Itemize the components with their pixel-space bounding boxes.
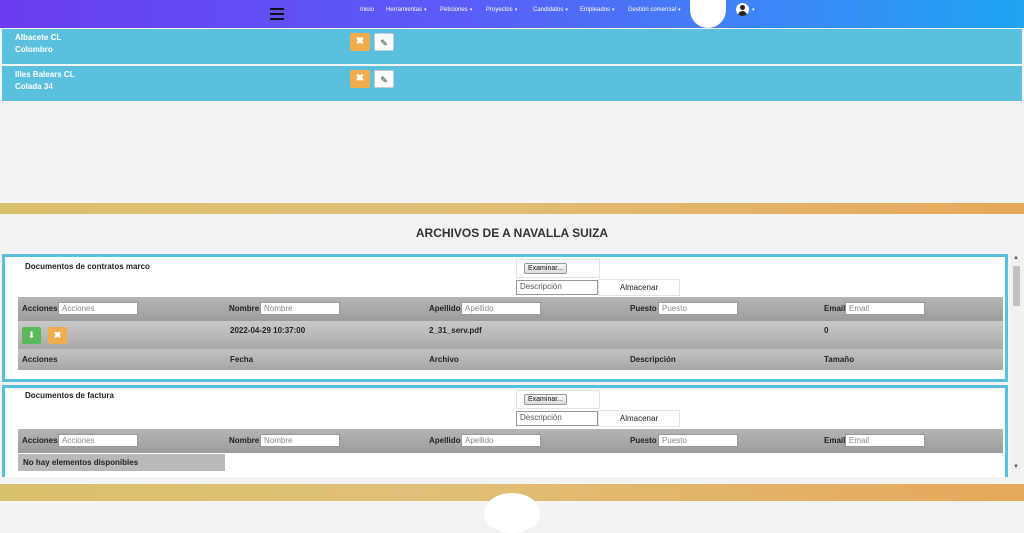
- column-header: Fecha: [230, 355, 254, 364]
- nav-inicio[interactable]: Inicio: [360, 7, 374, 13]
- nav-herramientas[interactable]: Herramientas ▾: [386, 7, 427, 13]
- nav-gestion-comercial[interactable]: Gestión comercial ▾: [628, 7, 681, 13]
- apellido-filter-input[interactable]: Apellido: [461, 302, 541, 315]
- apellido-filter-input[interactable]: Apellido: [461, 434, 541, 447]
- filter-label: Apellido: [429, 304, 461, 313]
- acciones-filter-input[interactable]: Acciones: [58, 434, 138, 447]
- footer-logo-placeholder: [484, 493, 540, 533]
- user-avatar-icon[interactable]: [736, 3, 749, 16]
- save-button[interactable]: Almacenar: [598, 279, 680, 296]
- file-picker: Examinar...: [516, 259, 600, 278]
- menu-icon[interactable]: [270, 8, 284, 20]
- nav-empleados[interactable]: Empleados ▾: [580, 7, 615, 13]
- nav-candidatos[interactable]: Candidatos ▾: [533, 7, 568, 13]
- description-input[interactable]: Descripción: [516, 411, 598, 426]
- browse-button[interactable]: Examinar...: [524, 263, 568, 274]
- delete-button[interactable]: ✖: [350, 70, 370, 88]
- panel-title: Documentos de contratos marco: [25, 262, 150, 271]
- invoices-panel: Documentos de factura Examinar... Descri…: [2, 385, 1008, 477]
- nombre-filter-input[interactable]: Nombre: [260, 302, 340, 315]
- chevron-down-icon: ▾: [424, 7, 427, 13]
- download-icon: ⬇: [27, 330, 36, 340]
- table-footer: Acciones Fecha Archivo Descripción Tamañ…: [18, 349, 1003, 370]
- download-button[interactable]: ⬇: [22, 327, 41, 344]
- column-header: Acciones: [22, 355, 58, 364]
- chevron-down-icon: ▾: [469, 7, 473, 13]
- filter-label: Email: [824, 436, 846, 445]
- filter-label: Puesto: [630, 304, 657, 313]
- description-input[interactable]: Descripción: [516, 280, 598, 295]
- filter-label: Apellido: [429, 436, 461, 445]
- section-title: ARCHIVOS DE A NAVALLA SUIZA: [415, 226, 609, 240]
- close-icon: ✖: [355, 73, 365, 84]
- save-button[interactable]: Almacenar: [598, 410, 680, 427]
- user-menu-chevron-icon[interactable]: ▾: [752, 7, 755, 13]
- delete-button[interactable]: ✖: [350, 33, 370, 51]
- filter-label: Nombre: [229, 436, 260, 445]
- chevron-down-icon: ▾: [565, 7, 568, 13]
- nav-proyectos[interactable]: Proyectos ▾: [486, 7, 517, 13]
- filter-row: Acciones Acciones Nombre Nombre Apellido…: [18, 297, 1003, 321]
- filter-label: Puesto: [630, 436, 657, 445]
- scrollbar[interactable]: ▲ ▼: [1011, 254, 1022, 474]
- nav-peticiones[interactable]: Peticiones ▾: [440, 7, 472, 13]
- row-line1: Albacete CL: [15, 33, 62, 42]
- cell-fecha: 2022-04-29 10:37:00: [230, 326, 306, 335]
- filter-label: Nombre: [229, 304, 260, 313]
- chevron-down-icon: ▾: [612, 7, 615, 13]
- browse-button[interactable]: Examinar...: [524, 394, 568, 405]
- column-header: Tamaño: [824, 355, 855, 364]
- contracts-panel: Documentos de contratos marco Examinar..…: [2, 254, 1008, 382]
- nombre-filter-input[interactable]: Nombre: [260, 434, 340, 447]
- chevron-down-icon: ▾: [514, 7, 518, 13]
- close-icon: ✖: [355, 36, 365, 47]
- scroll-thumb[interactable]: [1013, 266, 1020, 306]
- filter-row: Acciones Acciones Nombre Nombre Apellido…: [18, 429, 1003, 453]
- acciones-filter-input[interactable]: Acciones: [58, 302, 138, 315]
- section-divider: [0, 203, 1024, 214]
- column-header: Archivo: [429, 355, 459, 364]
- panel-title: Documentos de factura: [25, 391, 114, 400]
- chevron-down-icon: ▾: [678, 7, 681, 13]
- top-navbar: Inicio Herramientas ▾ Peticiones ▾ Proyect…: [0, 0, 1024, 28]
- file-picker: Examinar...: [516, 390, 600, 409]
- scroll-up-icon[interactable]: ▲: [1013, 255, 1019, 261]
- cell-archivo[interactable]: 2_31_serv.pdf: [429, 326, 482, 335]
- list-item: Albacete CL Colombro ✖ ✎: [2, 29, 1022, 64]
- empty-message: No hay elementos disponibles: [18, 454, 225, 471]
- row-line2: Colada 34: [15, 82, 53, 91]
- logo-placeholder: [690, 0, 726, 28]
- edit-icon: ✎: [380, 38, 388, 48]
- puesto-filter-input[interactable]: Puesto: [658, 434, 738, 447]
- close-icon: ✖: [53, 330, 62, 340]
- list-item: Illes Balears CL Colada 34 ✖ ✎: [2, 66, 1022, 101]
- filter-label: Acciones: [22, 304, 58, 313]
- puesto-filter-input[interactable]: Puesto: [658, 302, 738, 315]
- column-header: Descripción: [630, 355, 676, 364]
- table-row: ⬇ ✖ 2022-04-29 10:37:00 2_31_serv.pdf 0: [18, 321, 1003, 349]
- email-filter-input[interactable]: Email: [845, 302, 925, 315]
- row-line2: Colombro: [15, 45, 53, 54]
- edit-icon: ✎: [380, 75, 388, 85]
- delete-file-button[interactable]: ✖: [48, 327, 67, 344]
- cell-tamano: 0: [824, 326, 829, 335]
- filter-label: Email: [824, 304, 846, 313]
- email-filter-input[interactable]: Email: [845, 434, 925, 447]
- scroll-down-icon[interactable]: ▼: [1013, 464, 1019, 470]
- edit-button[interactable]: ✎: [374, 33, 394, 51]
- filter-label: Acciones: [22, 436, 58, 445]
- row-line1: Illes Balears CL: [15, 70, 75, 79]
- edit-button[interactable]: ✎: [374, 70, 394, 88]
